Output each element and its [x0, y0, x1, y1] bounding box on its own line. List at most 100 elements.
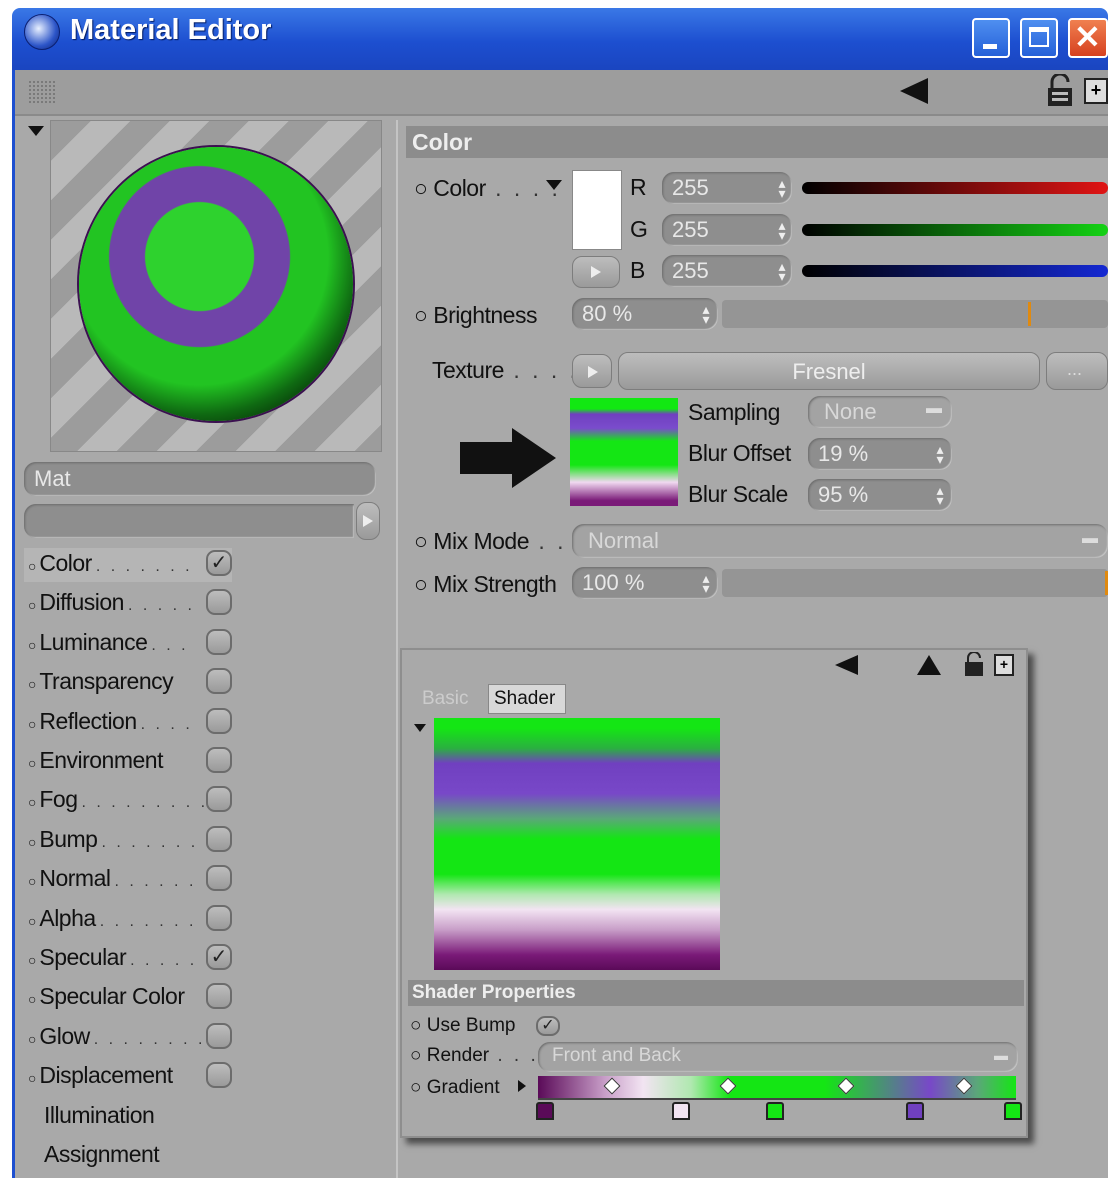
- brightness-label: ○ Brightness: [414, 302, 537, 328]
- mix-mode-dropdown[interactable]: Normal ▬: [572, 524, 1108, 558]
- channel-checkbox-environment[interactable]: [206, 747, 232, 773]
- color-swatch[interactable]: [572, 170, 622, 250]
- channel-checkbox-reflection[interactable]: [206, 707, 232, 734]
- channel-checkbox-specular-color[interactable]: [206, 983, 232, 1010]
- maximize-button[interactable]: [1020, 18, 1058, 58]
- gradient-label-text: Gradient: [426, 1077, 500, 1098]
- tab-shader[interactable]: Shader: [488, 684, 566, 714]
- channel-item-normal[interactable]: ○ Normal. . . . . .: [24, 861, 244, 895]
- gradient-knot[interactable]: [672, 1102, 690, 1120]
- sampling-label: Sampling: [688, 399, 780, 425]
- color-menu-arrow-icon[interactable]: [546, 180, 562, 192]
- channel-item-alpha[interactable]: ○ Alpha. . . . . . .: [24, 901, 244, 935]
- gradient-knot[interactable]: [766, 1102, 784, 1120]
- leader-dots: . . . . . . . .: [93, 1030, 206, 1048]
- channel-checkbox-fog[interactable]: [206, 786, 232, 813]
- channel-item-displacement[interactable]: ○ Displacement: [24, 1058, 244, 1092]
- blur-offset-label: Blur Offset: [688, 440, 791, 466]
- b-spinner-icon[interactable]: ▴ ▾: [776, 259, 788, 283]
- r-slider[interactable]: [802, 182, 1108, 194]
- back-arrow-icon[interactable]: [898, 76, 930, 106]
- channel-checkbox-displacement[interactable]: [206, 1062, 232, 1089]
- tab-basic[interactable]: Basic: [410, 684, 486, 714]
- texture-preview[interactable]: [570, 398, 678, 506]
- preview-menu-arrow-icon[interactable]: [414, 724, 426, 733]
- channel-item-assignment[interactable]: Assignment: [44, 1141, 160, 1168]
- g-slider[interactable]: [802, 224, 1108, 236]
- r-spinner-icon[interactable]: ▴ ▾: [776, 176, 788, 200]
- channel-checkbox-diffusion[interactable]: [206, 589, 232, 616]
- g-spinner-icon[interactable]: ▴ ▾: [776, 218, 788, 242]
- lock-icon[interactable]: [1044, 74, 1076, 108]
- channel-item-luminance[interactable]: ○ Luminance. . .: [24, 625, 244, 659]
- blur-scale-field[interactable]: 95 % ▴ ▾: [808, 479, 952, 511]
- path-browse-button[interactable]: [356, 502, 380, 540]
- material-path-field[interactable]: [24, 504, 354, 538]
- use-bump-checkbox[interactable]: ✓: [536, 1016, 560, 1036]
- dropdown-arrow-icon: ▬: [1082, 530, 1098, 547]
- brightness-field[interactable]: 80 % ▴ ▾: [572, 298, 718, 330]
- brightness-spinner-icon[interactable]: ▴ ▾: [700, 302, 712, 326]
- channel-checkbox-glow[interactable]: [206, 1022, 232, 1049]
- channel-checkbox-normal[interactable]: [206, 865, 232, 892]
- b-field[interactable]: 255 ▴ ▾: [662, 255, 792, 287]
- new-window-icon[interactable]: +: [994, 654, 1014, 676]
- new-window-icon[interactable]: +: [1084, 78, 1108, 104]
- up-arrow-icon[interactable]: [916, 654, 942, 676]
- channel-checkbox-transparency[interactable]: [206, 668, 232, 695]
- channel-item-bump[interactable]: ○ Bump. . . . . . .: [24, 822, 244, 856]
- mix-strength-spinner-icon[interactable]: ▴ ▾: [700, 571, 712, 595]
- blur-offset-field[interactable]: 19 % ▴ ▾: [808, 438, 952, 470]
- texture-menu-button[interactable]: [572, 354, 612, 388]
- gradient-knot[interactable]: [906, 1102, 924, 1120]
- gradient-menu-arrow-icon[interactable]: [518, 1080, 526, 1092]
- blur-offset-spinner-icon[interactable]: ▴ ▾: [934, 442, 946, 466]
- channel-checkbox-luminance[interactable]: [206, 628, 232, 655]
- channel-item-color[interactable]: ○ Color. . . . . . . ✓: [24, 546, 244, 580]
- channel-checkbox-bump[interactable]: [206, 825, 232, 852]
- channel-item-specular-color[interactable]: ○ Specular Color: [24, 979, 244, 1013]
- material-name-field[interactable]: Mat: [24, 462, 376, 496]
- color-section-header: Color: [406, 126, 1108, 158]
- channel-item-transparency[interactable]: ○ Transparency: [24, 664, 244, 698]
- minimize-button[interactable]: [972, 18, 1010, 58]
- channel-item-glow[interactable]: ○ Glow. . . . . . . .: [24, 1019, 244, 1053]
- channel-item-fog[interactable]: ○ Fog. . . . . . . . .: [24, 782, 244, 816]
- sampling-dropdown[interactable]: None ▬: [808, 396, 952, 428]
- channel-checkbox-color[interactable]: ✓: [206, 550, 232, 576]
- channel-checkbox-specular[interactable]: ✓: [206, 944, 232, 970]
- shader-preview[interactable]: [434, 718, 720, 970]
- color-picker-button[interactable]: [572, 256, 620, 288]
- gradient-knot[interactable]: [1004, 1102, 1022, 1120]
- gradient-knot[interactable]: [536, 1102, 554, 1120]
- g-field[interactable]: 255 ▴ ▾: [662, 214, 792, 246]
- texture-browse-button[interactable]: ...: [1046, 352, 1108, 390]
- gradient-label: ○ Gradient: [410, 1077, 500, 1098]
- close-button[interactable]: ✕: [1068, 18, 1108, 58]
- brightness-slider[interactable]: [722, 300, 1108, 328]
- channel-item-diffusion[interactable]: ○ Diffusion. . . . .: [24, 585, 244, 619]
- panel-divider[interactable]: [396, 120, 398, 1178]
- mix-strength-slider[interactable]: [722, 569, 1108, 597]
- channel-item-environment[interactable]: ○ Environment: [24, 743, 244, 777]
- b-slider[interactable]: [802, 265, 1108, 277]
- mix-mode-label: ○ Mix Mode . .: [414, 528, 567, 554]
- channel-item-reflection[interactable]: ○ Reflection. . . .: [24, 704, 244, 738]
- channel-checkbox-alpha[interactable]: [206, 904, 232, 931]
- app-icon: [24, 14, 60, 50]
- minimize-icon: [983, 44, 997, 49]
- mix-strength-field[interactable]: 100 % ▴ ▾: [572, 567, 718, 599]
- preview-menu-arrow-icon[interactable]: [28, 126, 44, 138]
- r-field[interactable]: 255 ▴ ▾: [662, 172, 792, 204]
- channel-item-specular[interactable]: ○ Specular. . . . . ✓: [24, 940, 244, 974]
- brightness-slider-handle[interactable]: [1028, 302, 1031, 326]
- lock-icon[interactable]: [962, 652, 986, 678]
- back-arrow-icon[interactable]: [834, 654, 860, 676]
- material-preview[interactable]: [50, 120, 382, 452]
- texture-button[interactable]: Fresnel: [618, 352, 1040, 390]
- blur-scale-spinner-icon[interactable]: ▴ ▾: [934, 483, 946, 507]
- grip-icon[interactable]: [28, 80, 56, 104]
- channel-item-illumination[interactable]: Illumination: [44, 1102, 155, 1129]
- render-dropdown[interactable]: Front and Back ▬: [538, 1042, 1018, 1072]
- tab-basic-label: Basic: [422, 688, 469, 709]
